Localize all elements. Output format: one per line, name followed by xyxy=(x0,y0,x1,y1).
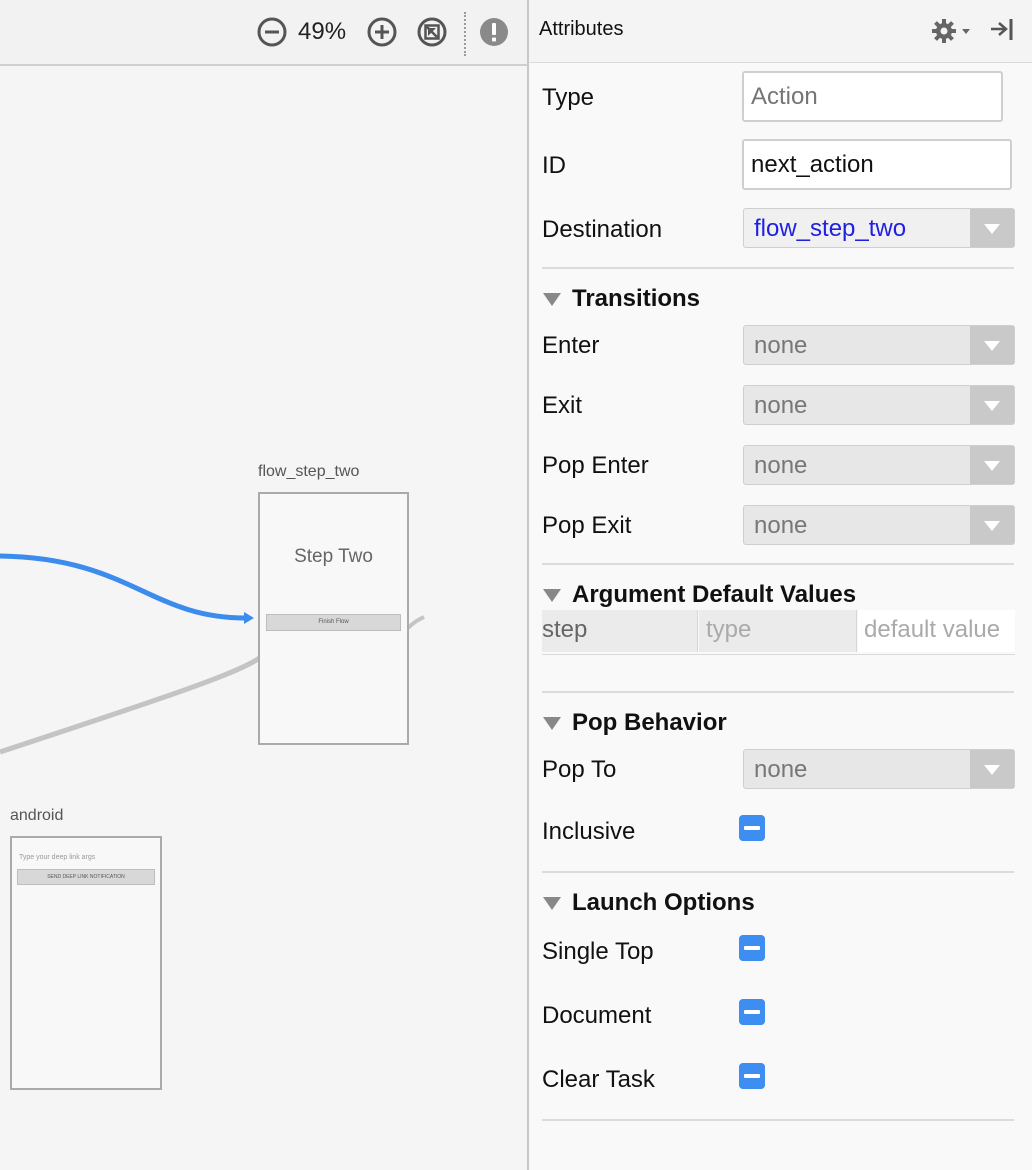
zoom-to-fit-icon[interactable] xyxy=(416,16,448,48)
action-arrowhead xyxy=(244,612,254,624)
chevron-down-icon xyxy=(970,386,1014,424)
exit-label: Exit xyxy=(542,392,583,419)
inclusive-checkbox[interactable] xyxy=(739,815,765,841)
collapse-triangle-icon[interactable] xyxy=(543,717,561,730)
zoom-level: 49% xyxy=(298,18,347,45)
screen-button: Finish Flow xyxy=(266,614,401,631)
pop-behavior-section-title[interactable]: Pop Behavior xyxy=(572,709,727,737)
destination-value: flow_step_two xyxy=(754,215,907,242)
arguments-section-title[interactable]: Argument Default Values xyxy=(572,581,856,609)
enter-label: Enter xyxy=(542,332,600,359)
id-label: ID xyxy=(542,152,566,179)
destination-label: android xyxy=(10,807,64,824)
attributes-panel: Attributes Type ID next_action Destinati… xyxy=(527,0,1032,1170)
pop-enter-label: Pop Enter xyxy=(542,452,649,479)
destination-android[interactable]: Type your deep link args SEND DEEP LINK … xyxy=(10,836,162,1090)
type-label: Type xyxy=(542,84,595,111)
document-checkbox[interactable] xyxy=(739,999,765,1025)
enter-value: none xyxy=(754,332,808,359)
gear-icon[interactable] xyxy=(932,18,974,44)
panel-title: Attributes xyxy=(539,18,624,40)
table-header-default-value: default value xyxy=(858,610,1015,652)
document-label: Document xyxy=(542,1002,652,1029)
collapse-triangle-icon[interactable] xyxy=(543,293,561,306)
screen-title: Step Two xyxy=(294,546,373,567)
pop-to-value: none xyxy=(754,756,808,783)
enter-dropdown[interactable]: none xyxy=(743,325,1015,365)
toolbar-separator xyxy=(464,12,466,56)
exit-dropdown[interactable]: none xyxy=(743,385,1015,425)
zoom-out-icon[interactable] xyxy=(256,16,288,48)
screen-button: SEND DEEP LINK NOTIFICATION xyxy=(17,869,155,885)
screen-hint-text: Type your deep link args xyxy=(19,854,96,861)
clear-task-label: Clear Task xyxy=(542,1066,655,1093)
pop-enter-dropdown[interactable]: none xyxy=(743,445,1015,485)
single-top-checkbox[interactable] xyxy=(739,935,765,961)
launch-options-section-title[interactable]: Launch Options xyxy=(572,889,755,917)
pop-exit-dropdown[interactable]: none xyxy=(743,505,1015,545)
collapse-triangle-icon[interactable] xyxy=(543,589,561,602)
pop-exit-value: none xyxy=(754,512,808,539)
divider xyxy=(542,691,1014,693)
collapse-triangle-icon[interactable] xyxy=(543,897,561,910)
inclusive-label: Inclusive xyxy=(542,818,636,845)
self-connection-line xyxy=(406,615,425,630)
pop-enter-value: none xyxy=(754,452,808,479)
canvas-toolbar: 49% xyxy=(0,0,527,66)
navigation-canvas[interactable]: 49% flow_step_two Step Two Finish Flow a… xyxy=(0,0,527,1170)
divider xyxy=(542,1119,1014,1121)
divider xyxy=(542,871,1014,873)
hide-panel-icon[interactable] xyxy=(989,16,1017,44)
table-header-step: step xyxy=(542,610,698,652)
destination-label: Destination xyxy=(542,216,663,243)
pop-to-label: Pop To xyxy=(542,756,617,783)
chevron-down-icon xyxy=(970,446,1014,484)
transitions-section-title[interactable]: Transitions xyxy=(572,285,700,313)
id-field[interactable]: next_action xyxy=(742,139,1012,190)
divider xyxy=(542,267,1014,269)
chevron-down-icon xyxy=(970,326,1014,364)
clear-task-checkbox[interactable] xyxy=(739,1063,765,1089)
exit-value: none xyxy=(754,392,808,419)
chevron-down-icon xyxy=(970,750,1014,788)
chevron-down-icon xyxy=(970,506,1014,544)
single-top-label: Single Top xyxy=(542,938,654,965)
connection-line xyxy=(0,654,264,755)
id-field-value: next_action xyxy=(751,151,874,178)
warning-icon[interactable] xyxy=(478,16,510,48)
zoom-in-icon[interactable] xyxy=(366,16,398,48)
arguments-table[interactable]: step type default value xyxy=(542,610,1015,655)
pop-to-dropdown[interactable]: none xyxy=(743,749,1015,789)
table-header-type: type xyxy=(699,610,857,652)
type-field[interactable] xyxy=(742,71,1003,122)
destination-dropdown[interactable]: flow_step_two xyxy=(743,208,1015,248)
divider xyxy=(542,563,1014,565)
chevron-down-icon xyxy=(970,209,1014,247)
destination-label: flow_step_two xyxy=(258,463,360,480)
selected-action-arrow[interactable] xyxy=(0,553,246,621)
pop-exit-label: Pop Exit xyxy=(542,512,632,539)
panel-header: Attributes xyxy=(529,0,1032,63)
destination-flow-step-two[interactable]: Step Two Finish Flow xyxy=(258,492,409,745)
